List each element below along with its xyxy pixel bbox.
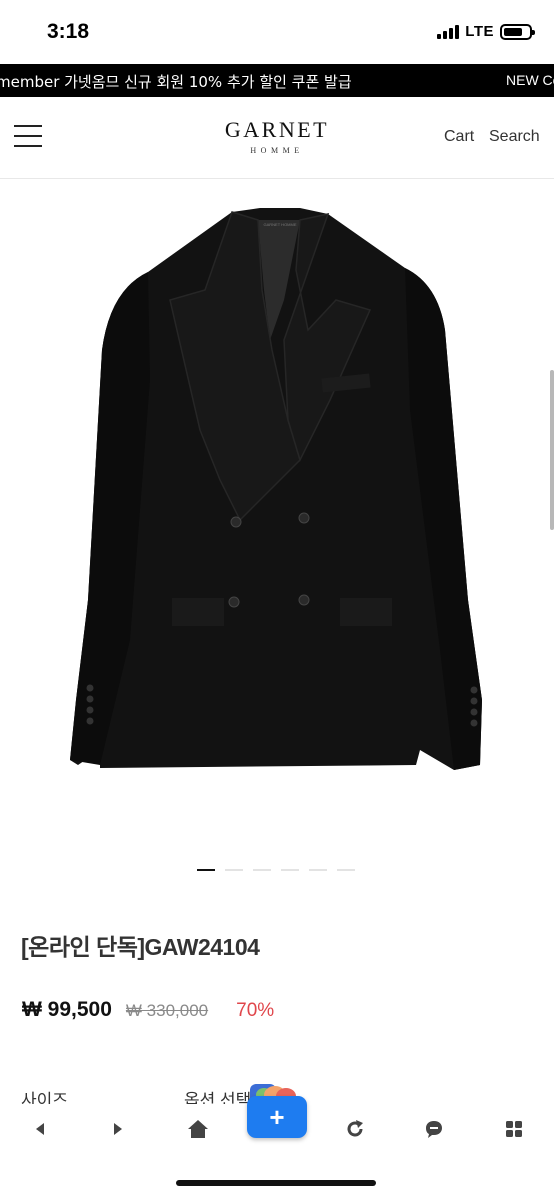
promo-next-text: NEW Co — [506, 72, 554, 88]
home-icon[interactable] — [178, 1114, 218, 1144]
signal-icon — [437, 24, 460, 39]
add-icon[interactable]: + — [246, 1084, 308, 1140]
home-indicator — [176, 1180, 376, 1186]
promo-text: member 가넷옴므 신규 회원 10% 추가 할인 쿠폰 발급 — [0, 73, 352, 91]
battery-icon — [500, 23, 535, 40]
price-row: ₩ 99,500 ₩ 330,000 70% — [22, 998, 274, 1022]
scrollbar[interactable] — [550, 370, 554, 530]
jacket-label: GARNET HOMME — [263, 222, 296, 227]
gallery-dot[interactable] — [253, 869, 271, 871]
product-title: [온라인 단독]GAW24104 — [21, 934, 260, 960]
back-icon[interactable] — [20, 1114, 60, 1144]
status-indicators: LTE — [437, 23, 535, 40]
chat-icon[interactable] — [414, 1114, 454, 1144]
gallery-dot[interactable] — [197, 869, 215, 871]
cart-link[interactable]: Cart — [444, 128, 474, 146]
gallery-dot[interactable] — [337, 869, 355, 871]
discount-rate: 70% — [236, 1000, 275, 1021]
network-label: LTE — [465, 23, 494, 40]
sale-price: ₩ 99,500 — [22, 998, 112, 1021]
gallery-pagination[interactable] — [197, 869, 355, 871]
forward-icon[interactable] — [98, 1114, 138, 1144]
gallery-dot[interactable] — [309, 869, 327, 871]
refresh-icon[interactable] — [335, 1114, 375, 1144]
promo-banner[interactable]: member 가넷옴므 신규 회원 10% 추가 할인 쿠폰 발급 NEW Co — [0, 64, 554, 97]
product-image[interactable]: GARNET HOMME — [0, 180, 554, 860]
grid-icon[interactable] — [494, 1114, 534, 1144]
status-bar: 3:18 LTE — [0, 0, 554, 64]
status-time: 3:18 — [47, 20, 90, 43]
blazer-image: GARNET HOMME — [70, 208, 482, 770]
site-header: GARNET HOMME Cart Search — [0, 97, 554, 179]
gallery-dot[interactable] — [225, 869, 243, 871]
search-link[interactable]: Search — [489, 128, 540, 146]
original-price: ₩ 330,000 — [125, 1001, 209, 1020]
battery-level — [504, 27, 522, 36]
add-button[interactable]: + — [247, 1096, 307, 1138]
gallery-dot[interactable] — [281, 869, 299, 871]
logo-sub-text: HOMME — [250, 146, 304, 155]
